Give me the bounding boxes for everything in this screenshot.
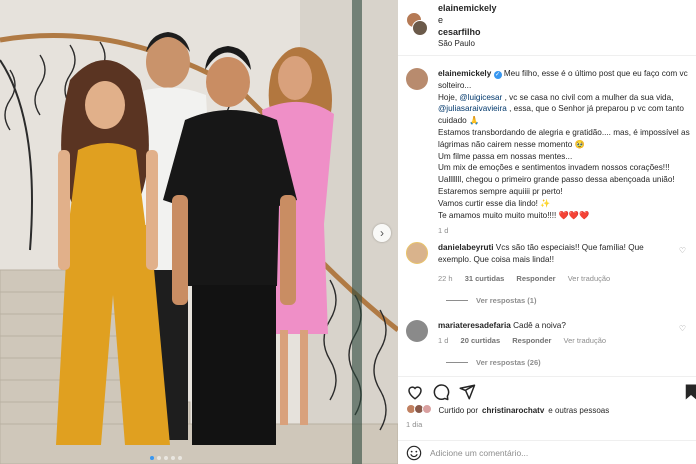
view-replies-button[interactable]: Ver respostas (26): [446, 358, 541, 367]
post-actions: [398, 376, 696, 406]
comment-likes[interactable]: 31 curtidas: [465, 274, 505, 283]
post-details-panel: elainemickely e cesarfilho São Paulo ela…: [398, 0, 696, 464]
author-link-1[interactable]: elainemickely: [438, 2, 497, 14]
caption-line: Hoje,: [438, 92, 460, 102]
comment-time: 1 d: [438, 336, 449, 345]
caption-line: Te amamos muito muito muito!!!! ❤️❤️❤️: [438, 210, 590, 220]
liked-user-link[interactable]: christinarochatv: [482, 406, 544, 415]
translate-link[interactable]: Ver tradução: [568, 274, 611, 283]
liked-avatars[interactable]: [406, 404, 433, 416]
comment-text: danielabeyruti Vcs são tão especiais!! Q…: [438, 242, 678, 266]
avatar[interactable]: [406, 320, 428, 342]
liked-prefix: Curtido por: [438, 405, 479, 415]
heart-icon[interactable]: [406, 383, 424, 401]
post-photo[interactable]: ›: [0, 0, 398, 464]
authors-conjunction: e: [438, 15, 444, 25]
caption-line: Ualllllll, chegou o primeiro grande pass…: [438, 175, 675, 196]
comment-text: mariateresadefaria Cadê a noiva?: [438, 320, 678, 332]
post-header: elainemickely e cesarfilho São Paulo: [398, 0, 696, 56]
author-link-2[interactable]: cesarfilho: [438, 26, 497, 38]
bookmark-icon[interactable]: [682, 383, 696, 401]
replies-divider: [446, 362, 468, 363]
comment-author[interactable]: mariateresadefaria: [438, 321, 511, 330]
carousel-dot: [157, 456, 161, 460]
avatar[interactable]: [406, 242, 428, 264]
caption-line: Um mix de emoções e sentimentos invadem …: [438, 163, 670, 173]
caption-author[interactable]: elainemickely: [438, 69, 491, 78]
collab-avatars[interactable]: [406, 12, 428, 36]
view-replies-button[interactable]: Ver respostas (1): [446, 296, 536, 305]
comments-list[interactable]: elainemickely ✓ Meu filho, esse é o últi…: [398, 58, 696, 374]
liked-suffix[interactable]: e outras pessoas: [548, 406, 609, 415]
carousel-dot: [171, 456, 175, 460]
caption-line: Um filme passa em nossas mentes...: [438, 151, 573, 161]
comment-body: Cadê a noiva?: [510, 321, 566, 330]
caption-line: Estamos transbordando de alegria e grati…: [438, 127, 690, 149]
mention-link[interactable]: @juliasaraivavieira: [438, 104, 507, 113]
location-link[interactable]: São Paulo: [438, 38, 497, 50]
translate-link[interactable]: Ver tradução: [564, 336, 607, 345]
avatar[interactable]: [406, 68, 428, 90]
reply-button[interactable]: Responder: [512, 336, 551, 345]
carousel-dot: [178, 456, 182, 460]
comment-likes[interactable]: 20 curtidas: [461, 336, 501, 345]
liked-by: Curtido por christinarochatv e outras pe…: [406, 404, 609, 416]
avatar: [422, 404, 433, 414]
comment-like-icon[interactable]: ♡: [679, 324, 686, 333]
view-replies-label: Ver respostas (26): [476, 358, 541, 367]
post-date: 1 dia: [406, 420, 423, 429]
share-icon[interactable]: [458, 383, 476, 401]
add-comment-bar: [398, 440, 696, 464]
verified-badge-icon: ✓: [493, 71, 502, 79]
caption-time: 1 d: [438, 226, 449, 236]
avatar[interactable]: [412, 20, 428, 36]
comment-input[interactable]: [430, 445, 650, 461]
post-authors: elainemickely e cesarfilho São Paulo: [438, 2, 497, 50]
comment-like-icon[interactable]: ♡: [679, 246, 686, 255]
carousel-dot: [150, 456, 154, 460]
family-photo-illustration: [0, 0, 398, 464]
carousel-dot: [164, 456, 168, 460]
comment-time: 22 h: [438, 274, 453, 283]
chevron-right-icon: ›: [380, 226, 384, 240]
comment-meta: 1 d 20 curtidas Responder Ver tradução: [438, 336, 616, 345]
replies-divider: [446, 300, 468, 301]
view-replies-label: Ver respostas (1): [476, 296, 537, 305]
emoji-icon[interactable]: [406, 445, 422, 461]
caption-text: elainemickely ✓ Meu filho, esse é o últi…: [438, 68, 696, 237]
reply-button[interactable]: Responder: [516, 274, 555, 283]
comment-author[interactable]: danielabeyruti: [438, 243, 494, 252]
mention-link[interactable]: @luigicesar: [459, 93, 502, 102]
caption-line: Vamos curtir esse dia lindo! ✨: [438, 198, 551, 208]
comment-meta: 22 h 31 curtidas Responder Ver tradução: [438, 274, 620, 283]
carousel-dots: [150, 456, 182, 460]
carousel-next-button[interactable]: ›: [373, 224, 391, 242]
caption-line: , vc se casa no civil com a mulher da su…: [502, 92, 674, 102]
comment-icon[interactable]: [432, 383, 450, 401]
